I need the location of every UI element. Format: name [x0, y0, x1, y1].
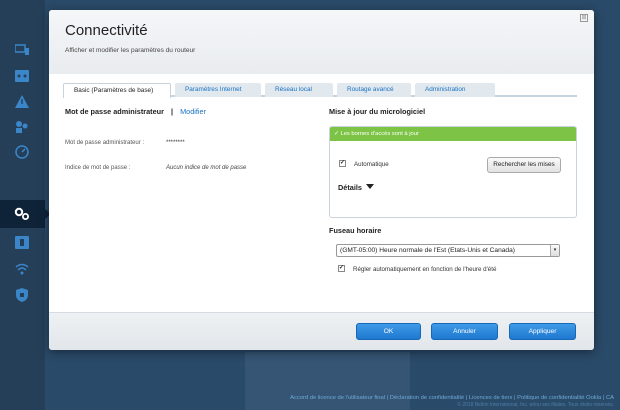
wireless-icon[interactable] — [12, 260, 32, 278]
dialog-title: Connectivité — [65, 22, 148, 39]
footer-links[interactable]: Accord de licence de l'utilisateur final… — [290, 395, 614, 401]
tab-basic[interactable]: Basic (Paramètres de base) — [63, 83, 171, 98]
speed-test-icon[interactable] — [12, 143, 32, 161]
dst-checkbox[interactable]: ✓ — [338, 265, 345, 272]
devices-icon[interactable] — [12, 40, 32, 58]
admin-password-heading: Mot de passe administrateur | Modifier — [65, 107, 206, 116]
tab-advanced-routing[interactable]: Routage avancé — [337, 83, 411, 97]
sidebar — [0, 0, 51, 410]
dialog-subtitle: Afficher et modifier les paramètres du r… — [65, 47, 196, 54]
admin-password-title: Mot de passe administrateur — [65, 107, 164, 116]
timezone-selected-value: (GMT-05:00) Heure normale de l'Est (Etat… — [340, 247, 515, 254]
page-footer: Accord de licence de l'utilisateur final… — [290, 395, 614, 408]
timezone-heading: Fuseau horaire — [329, 226, 382, 235]
connectivity-dialog: Connectivité Afficher et modifier les pa… — [49, 10, 594, 350]
details-label: Détails — [338, 183, 362, 192]
dialog-header: Connectivité Afficher et modifier les pa… — [49, 10, 594, 74]
tab-local-network[interactable]: Réseau local — [265, 83, 333, 97]
footer-copyright: © 2018 Belkin International, Inc. et/ou … — [457, 402, 614, 408]
external-storage-icon[interactable] — [12, 233, 32, 251]
firmware-panel: ✓ Les bornes d'accès sont à jour ✓ Autom… — [329, 126, 577, 218]
tab-bar: Basic (Paramètres de base) Paramètres In… — [63, 83, 577, 98]
parental-controls-icon[interactable] — [12, 117, 32, 135]
tab-administration[interactable]: Administration — [415, 83, 495, 97]
dialog-content: Mot de passe administrateur | Modifier M… — [49, 102, 594, 312]
password-hint-value: Aucun indice de mot de passe — [166, 165, 247, 171]
dst-label: Régler automatiquement en fonction de l'… — [353, 266, 497, 273]
timezone-select[interactable]: (GMT-05:00) Heure normale de l'Est (Etat… — [336, 244, 560, 257]
firmware-heading: Mise à jour du micrologiciel — [329, 107, 426, 116]
heading-separator: | — [170, 107, 174, 116]
settings-icon[interactable] — [12, 205, 32, 223]
tab-internet-settings[interactable]: Paramètres Internet — [175, 83, 261, 97]
details-toggle[interactable]: Détails — [338, 183, 374, 192]
warning-icon[interactable] — [12, 92, 32, 110]
dialog-footer: OK Annuler Appliquer — [49, 312, 594, 350]
close-icon[interactable]: ⊠ — [580, 14, 588, 22]
password-hint-label: Indice de mot de passe : — [65, 165, 131, 171]
cancel-button[interactable]: Annuler — [431, 323, 498, 340]
auto-update-checkbox[interactable]: ✓ — [339, 160, 346, 167]
edit-password-link[interactable]: Modifier — [180, 107, 206, 116]
dropdown-arrow-icon: ▾ — [550, 245, 559, 256]
auto-update-label: Automatique — [354, 161, 389, 168]
admin-password-value: ******** — [166, 140, 185, 146]
apply-button[interactable]: Appliquer — [509, 323, 576, 340]
security-icon[interactable] — [12, 286, 32, 304]
ok-button[interactable]: OK — [356, 323, 421, 340]
network-map-icon[interactable] — [12, 67, 32, 85]
check-updates-button[interactable]: Rechercher les mises — [487, 157, 561, 173]
firmware-status-banner: ✓ Les bornes d'accès sont à jour — [330, 127, 576, 141]
admin-password-label: Mot de passe administrateur : — [65, 140, 145, 146]
chevron-down-icon — [365, 184, 374, 189]
